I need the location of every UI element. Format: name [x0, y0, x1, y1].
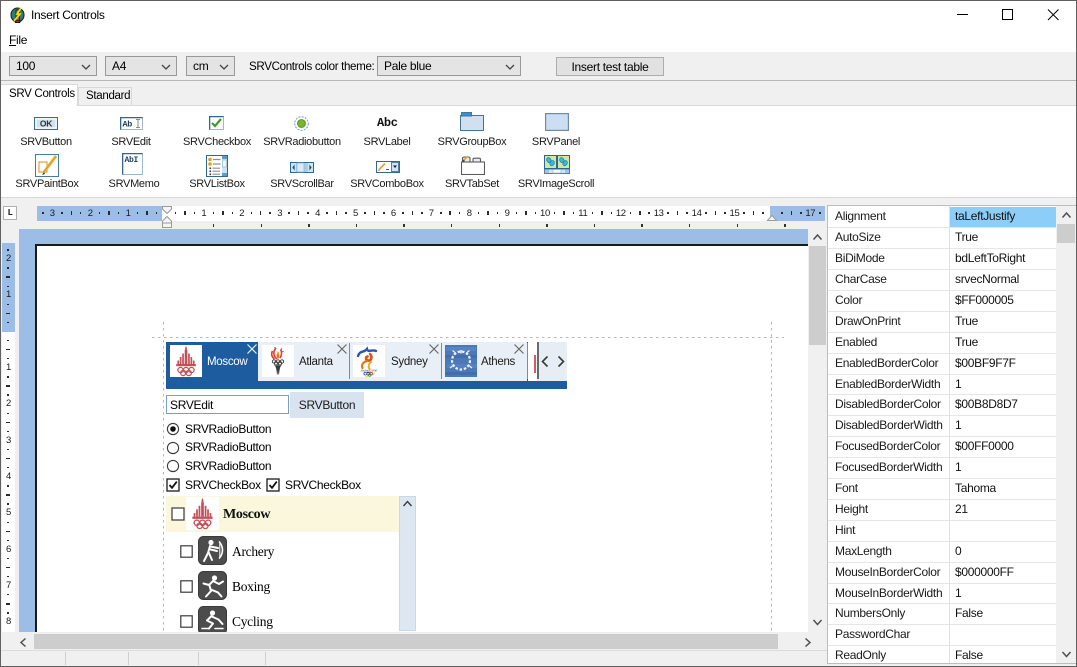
svg-text:Sydney2000: Sydney2000	[361, 369, 378, 373]
svg-text:OK: OK	[40, 119, 53, 129]
svg-text:AbI: AbI	[125, 156, 139, 165]
svg-text:Ab: Ab	[123, 120, 133, 130]
